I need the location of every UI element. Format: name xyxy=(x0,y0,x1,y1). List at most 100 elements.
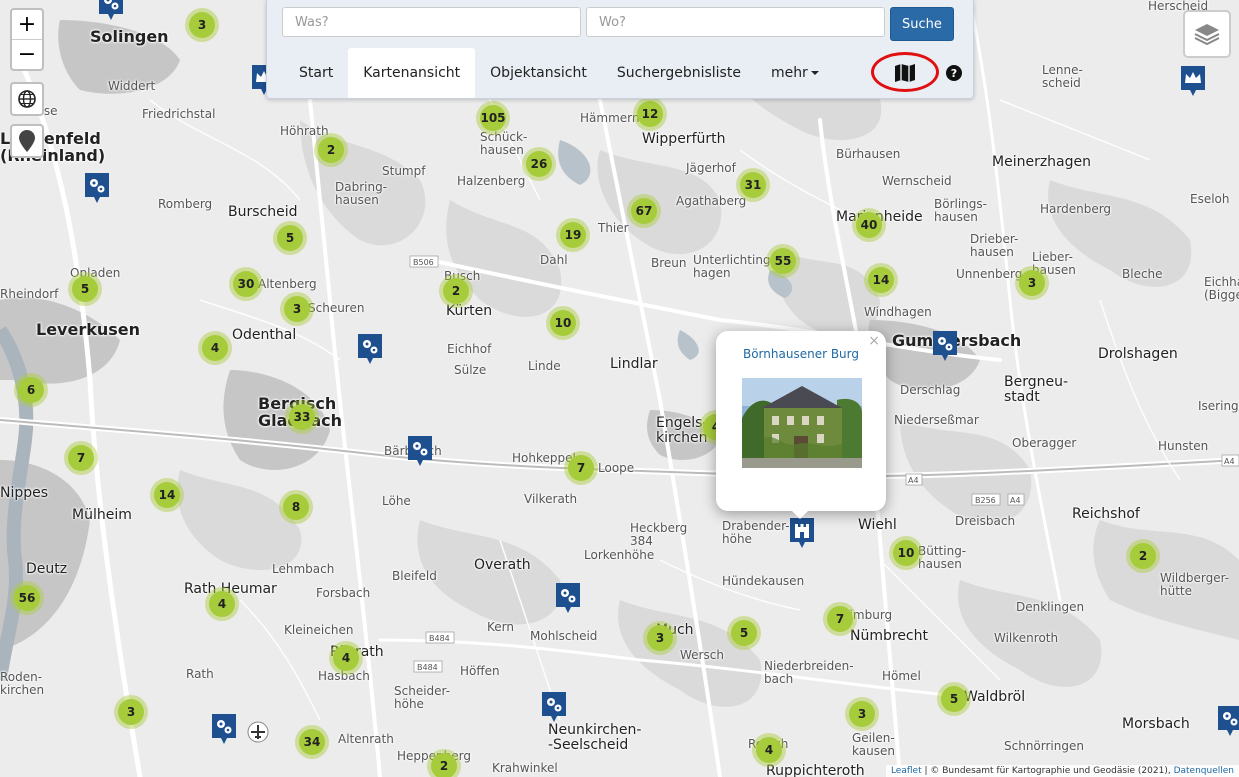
cluster-count: 7 xyxy=(568,455,594,481)
cluster-count: 14 xyxy=(868,267,894,293)
cluster-marker[interactable]: 34 xyxy=(295,725,329,759)
cluster-marker[interactable]: 8 xyxy=(279,490,313,524)
place-label: Friedrichstal xyxy=(142,107,216,121)
map-canvas[interactable]: B506 A4 B256 A4 B484 B484 A4 Solingen Wi… xyxy=(0,0,1239,777)
what-search-input[interactable] xyxy=(282,7,581,37)
place-label: Geilen- kausen xyxy=(852,731,895,758)
cluster-marker[interactable]: 14 xyxy=(150,478,184,512)
cluster-marker[interactable]: 6 xyxy=(14,373,48,407)
cluster-count: 7 xyxy=(68,445,94,471)
cluster-marker[interactable]: 5 xyxy=(273,221,307,255)
road-label: B506 xyxy=(413,258,434,267)
gear-marker-icon[interactable] xyxy=(212,714,236,744)
place-label: Wildberger- hütte xyxy=(1160,571,1230,598)
data-sources-link[interactable]: Datenquellen xyxy=(1174,766,1234,776)
cluster-marker[interactable]: 33 xyxy=(285,400,319,434)
place-label: Niederseßmar xyxy=(894,413,979,427)
cluster-marker[interactable]: 10 xyxy=(546,306,580,340)
cluster-marker[interactable]: 30 xyxy=(229,267,263,301)
cluster-marker[interactable]: 2 xyxy=(439,274,473,308)
cluster-marker[interactable]: 3 xyxy=(845,697,879,731)
zoom-in-button[interactable]: + xyxy=(12,10,42,39)
castle-marker-icon[interactable] xyxy=(790,518,814,548)
cluster-marker[interactable]: 3 xyxy=(643,621,677,655)
popup-title-link[interactable]: Börnhausener Burg xyxy=(716,347,886,361)
tab-label: Kartenansicht xyxy=(363,65,461,81)
cluster-marker[interactable]: 2 xyxy=(427,749,461,777)
cluster-marker[interactable]: 67 xyxy=(627,194,661,228)
gear-marker-icon[interactable] xyxy=(1218,706,1239,736)
gear-marker-icon[interactable] xyxy=(358,334,382,364)
gear-marker-icon[interactable] xyxy=(99,0,123,20)
cluster-marker[interactable]: 14 xyxy=(864,263,898,297)
place-label: Unnenberg xyxy=(956,267,1023,281)
cluster-marker[interactable]: 4 xyxy=(198,331,232,365)
cluster-marker[interactable]: 4 xyxy=(205,587,239,621)
cluster-count: 4 xyxy=(333,645,359,671)
place-label: Roden- kirchen xyxy=(0,670,45,697)
cluster-count: 2 xyxy=(431,753,457,777)
road-label: A4 xyxy=(1224,457,1235,466)
cluster-marker[interactable]: 31 xyxy=(736,168,770,202)
tab-suchergebnisliste[interactable]: Suchergebnisliste xyxy=(602,48,756,98)
cluster-marker[interactable]: 12 xyxy=(633,97,667,131)
tab-objektansicht[interactable]: Objektansicht xyxy=(475,48,602,98)
place-label: Drieber- hausen xyxy=(970,232,1019,259)
place-label: Heckberg 384 xyxy=(630,521,688,548)
place-label: Leverkusen xyxy=(36,320,141,339)
cluster-count: 4 xyxy=(756,737,782,763)
layers-button[interactable] xyxy=(1183,10,1231,58)
place-label: Altenberg xyxy=(258,277,317,291)
where-search-input[interactable] xyxy=(586,7,885,37)
cluster-marker[interactable]: 2 xyxy=(314,133,348,167)
cluster-count: 6 xyxy=(18,377,44,403)
cluster-marker[interactable]: 55 xyxy=(766,244,800,278)
tab-kartenansicht[interactable]: Kartenansicht xyxy=(348,48,476,98)
globe-button[interactable] xyxy=(10,82,44,116)
place-label: Bleifeld xyxy=(392,569,437,583)
popup-photo[interactable] xyxy=(742,378,862,468)
cluster-marker[interactable]: 5 xyxy=(937,682,971,716)
road-label: B256 xyxy=(975,496,996,505)
crown-marker-icon[interactable] xyxy=(1181,66,1205,96)
cluster-marker[interactable]: 2 xyxy=(1126,539,1160,573)
cluster-marker[interactable]: 40 xyxy=(852,208,886,242)
place-label: Dahl xyxy=(540,253,568,267)
cluster-marker[interactable]: 7 xyxy=(564,451,598,485)
gear-marker-icon[interactable] xyxy=(85,173,109,203)
leaflet-link[interactable]: Leaflet xyxy=(891,766,922,776)
gear-marker-icon[interactable] xyxy=(556,583,580,613)
place-label: Hömel xyxy=(882,669,921,683)
tab-start[interactable]: Start xyxy=(284,48,348,98)
cluster-marker[interactable]: 19 xyxy=(556,218,590,252)
gear-marker-icon[interactable] xyxy=(408,436,432,466)
locate-button[interactable] xyxy=(10,124,44,158)
cluster-marker[interactable]: 3 xyxy=(185,8,219,42)
road-label: A4 xyxy=(1010,496,1021,505)
cluster-marker[interactable]: 3 xyxy=(1015,266,1049,300)
cluster-marker[interactable]: 105 xyxy=(476,101,510,135)
gear-marker-icon[interactable] xyxy=(933,331,957,361)
cluster-marker[interactable]: 26 xyxy=(522,147,556,181)
cluster-marker[interactable]: 10 xyxy=(889,536,923,570)
cluster-marker[interactable]: 3 xyxy=(114,695,148,729)
cluster-marker[interactable]: 7 xyxy=(64,441,98,475)
place-label: Oberagger xyxy=(1012,436,1077,450)
cluster-marker[interactable]: 4 xyxy=(752,733,786,767)
cluster-marker[interactable]: 4 xyxy=(329,641,363,675)
cluster-marker[interactable]: 5 xyxy=(727,616,761,650)
zoom-out-button[interactable]: − xyxy=(12,39,42,69)
cluster-marker[interactable]: 7 xyxy=(823,602,857,636)
tab-mehr-dropdown[interactable]: mehr xyxy=(756,48,834,98)
cluster-marker[interactable]: 5 xyxy=(68,272,102,306)
cluster-marker[interactable]: 3 xyxy=(280,292,314,326)
gear-marker-icon[interactable] xyxy=(542,692,566,722)
cluster-count: 67 xyxy=(631,198,657,224)
place-label: Dabring- hausen xyxy=(335,180,388,207)
place-label: Kern xyxy=(487,620,514,634)
help-icon[interactable]: ? xyxy=(946,65,962,81)
cluster-marker[interactable]: 56 xyxy=(10,581,44,615)
info-popup: × Börnhausener Burg xyxy=(716,331,886,511)
cluster-count: 2 xyxy=(1130,543,1156,569)
search-button[interactable]: Suche xyxy=(890,7,954,41)
